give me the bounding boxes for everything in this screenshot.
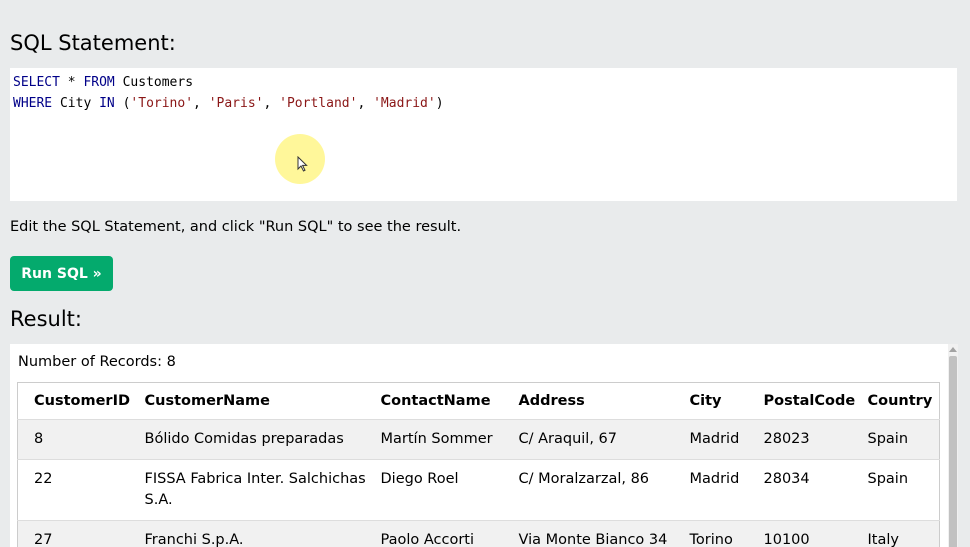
sql-token: ,: [193, 96, 209, 111]
sql-token: 'Paris': [208, 96, 264, 111]
sql-token: ): [435, 96, 444, 111]
sql-token: *: [59, 75, 84, 90]
table-row: 27 Franchi S.p.A. Paolo Accorti Via Mont…: [17, 520, 940, 547]
column-header-country: Country: [867, 382, 940, 420]
record-count: Number of Records: 8: [18, 354, 176, 370]
cell-contactname: Martín Sommer: [380, 419, 519, 460]
cell-postalcode: 28023: [763, 419, 868, 460]
table-row: 22 FISSA Fabrica Inter. Salchichas S.A. …: [17, 459, 940, 521]
sql-token: IN: [99, 96, 115, 111]
vertical-scrollbar[interactable]: [948, 344, 958, 547]
cell-city: Madrid: [689, 459, 764, 521]
sql-token: (: [114, 96, 131, 111]
table-row: 8 Bólido Comidas preparadas Martín Somme…: [17, 419, 940, 460]
cell-customerid: 22: [17, 459, 145, 521]
mouse-pointer-icon: [297, 156, 308, 172]
cell-address: C/ Araquil, 67: [518, 419, 690, 460]
column-header-address: Address: [518, 382, 690, 420]
cell-country: Spain: [867, 419, 940, 460]
sql-line-1[interactable]: SELECT * FROM Customers: [13, 72, 954, 93]
run-sql-button[interactable]: Run SQL »: [10, 256, 113, 291]
instruction-text: Edit the SQL Statement, and click "Run S…: [10, 219, 462, 235]
cell-contactname: Paolo Accorti: [380, 520, 519, 547]
cell-postalcode: 10100: [763, 520, 868, 547]
sql-token: 'Torino': [130, 96, 194, 111]
cell-city: Madrid: [689, 419, 764, 460]
sql-token: FROM: [83, 75, 115, 90]
sql-token: WHERE: [13, 96, 53, 111]
cell-customerid: 27: [17, 520, 145, 547]
column-header-customername: CustomerName: [144, 382, 381, 420]
sql-statement-heading: SQL Statement:: [10, 31, 176, 55]
sql-token: City: [52, 96, 100, 111]
cell-address: Via Monte Bianco 34: [518, 520, 690, 547]
sql-token: SELECT: [13, 75, 60, 90]
cell-customerid: 8: [17, 419, 145, 460]
sql-token: 'Madrid': [373, 96, 436, 111]
cell-city: Torino: [689, 520, 764, 547]
table-header-row: CustomerID CustomerName ContactName Addr…: [17, 382, 940, 420]
cell-customername: Bólido Comidas preparadas: [144, 419, 381, 460]
sql-token: ,: [357, 96, 374, 111]
sql-token: Customers: [114, 75, 194, 90]
sql-line-2[interactable]: WHERE City IN ('Torino', 'Paris', 'Portl…: [13, 93, 954, 114]
sql-token: 'Portland': [279, 96, 358, 111]
cell-customername: Franchi S.p.A.: [144, 520, 381, 547]
scrollbar-thumb[interactable]: [949, 356, 957, 547]
cell-country: Italy: [867, 520, 940, 547]
cell-address: C/ Moralzarzal, 86: [518, 459, 690, 521]
column-header-contactname: ContactName: [380, 382, 519, 420]
cell-country: Spain: [867, 459, 940, 521]
page: SQL Statement: SELECT * FROM Customers W…: [0, 0, 970, 547]
result-heading: Result:: [10, 307, 82, 331]
sql-editor[interactable]: SELECT * FROM Customers WHERE City IN ('…: [10, 68, 957, 201]
cell-customername: FISSA Fabrica Inter. Salchichas S.A.: [144, 459, 381, 521]
result-panel[interactable]: Number of Records: 8 CustomerID Customer…: [10, 344, 958, 547]
scroll-up-arrow-icon[interactable]: [949, 347, 957, 352]
cell-contactname: Diego Roel: [380, 459, 519, 521]
result-table: CustomerID CustomerName ContactName Addr…: [17, 382, 940, 547]
sql-token: ,: [263, 96, 280, 111]
cell-postalcode: 28034: [763, 459, 868, 521]
column-header-postalcode: PostalCode: [763, 382, 868, 420]
column-header-customerid: CustomerID: [17, 382, 145, 420]
column-header-city: City: [689, 382, 764, 420]
